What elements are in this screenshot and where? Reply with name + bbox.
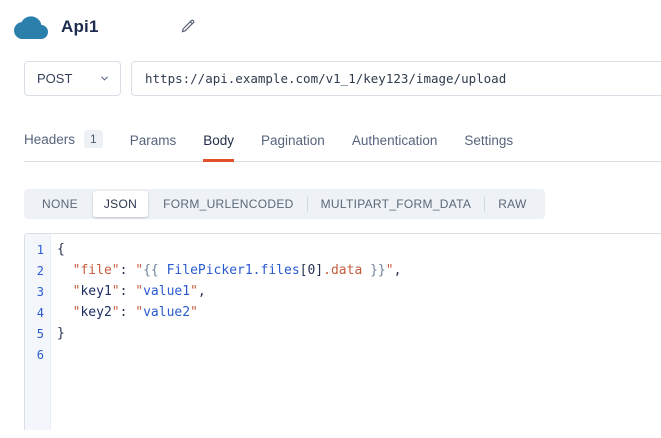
tab-label: Params	[130, 133, 177, 148]
url-input[interactable]	[131, 61, 661, 96]
tab-params[interactable]: Params	[130, 123, 177, 161]
body-mode-raw[interactable]: RAW	[485, 191, 539, 217]
code-token: :	[120, 284, 136, 299]
code-token: "	[386, 263, 394, 278]
code-token: {	[57, 242, 65, 257]
json-body-editor[interactable]: 1{2 "file": "{{ FilePicker1.files[0].dat…	[24, 233, 661, 430]
tab-label: Headers	[24, 132, 75, 147]
code-text: "file": "{{ FilePicker1.files[0].data }}…	[51, 263, 401, 278]
code-token: "	[190, 305, 198, 320]
code-token: .data	[323, 263, 362, 278]
code-token: "	[112, 305, 120, 320]
code-line: 3 "key1": "value1",	[25, 281, 661, 302]
code-token	[57, 284, 73, 299]
code-line: 6	[25, 344, 661, 365]
line-number: 4	[25, 306, 51, 320]
code-token: "file"	[73, 263, 120, 278]
tab-label: Pagination	[261, 133, 325, 148]
code-token: ,	[198, 284, 206, 299]
tab-label: Body	[203, 133, 234, 148]
line-number: 5	[25, 327, 51, 341]
code-token: FilePicker1.files	[167, 263, 300, 278]
request-row: POST	[24, 61, 661, 96]
body-mode-multipart-form-data[interactable]: MULTIPART_FORM_DATA	[308, 191, 485, 217]
body-mode-none[interactable]: NONE	[29, 191, 91, 217]
code-token: ,	[394, 263, 402, 278]
chevron-down-icon	[99, 73, 110, 84]
body-mode-form-urlencoded[interactable]: FORM_URLENCODED	[150, 191, 307, 217]
code-token	[362, 263, 370, 278]
header: Api1	[0, 0, 661, 44]
code-token	[57, 263, 73, 278]
code-token: "	[190, 284, 198, 299]
pencil-icon	[179, 18, 196, 35]
code-token	[159, 263, 167, 278]
code-line: 5}	[25, 323, 661, 344]
code-token: "	[135, 284, 143, 299]
tab-count-badge: 1	[84, 130, 103, 148]
code-token: }	[57, 326, 65, 341]
edit-title-button[interactable]	[177, 16, 198, 37]
cloud-icon	[14, 14, 48, 40]
line-number: 2	[25, 264, 51, 278]
line-number: 6	[25, 348, 51, 362]
code-token: }}	[370, 263, 386, 278]
code-text: {	[51, 242, 65, 257]
code-token: "	[135, 305, 143, 320]
method-select[interactable]: POST	[24, 61, 121, 96]
tab-pagination[interactable]: Pagination	[261, 123, 325, 161]
code-token: :	[120, 263, 136, 278]
line-number: 3	[25, 285, 51, 299]
body-mode-json[interactable]: JSON	[93, 191, 148, 217]
code-line: 1{	[25, 239, 661, 260]
tab-settings[interactable]: Settings	[464, 123, 513, 161]
code-token: {{	[143, 263, 159, 278]
tab-label: Settings	[464, 133, 513, 148]
code-text: "key2": "value2"	[51, 305, 198, 320]
code-token: "	[112, 284, 120, 299]
tab-label: Authentication	[352, 133, 438, 148]
line-number: 1	[25, 243, 51, 257]
code-lines: 1{2 "file": "{{ FilePicker1.files[0].dat…	[25, 234, 661, 365]
page-title: Api1	[61, 17, 99, 37]
code-token: [0]	[300, 263, 323, 278]
code-token: key2	[80, 305, 111, 320]
code-line: 2 "file": "{{ FilePicker1.files[0].data …	[25, 260, 661, 281]
method-value: POST	[37, 71, 72, 86]
code-line: 4 "key2": "value2"	[25, 302, 661, 323]
tab-authentication[interactable]: Authentication	[352, 123, 438, 161]
request-tabs: Headers 1 Params Body Pagination Authenticati…	[24, 120, 661, 162]
code-token	[57, 305, 73, 320]
code-text: "key1": "value1",	[51, 284, 206, 299]
code-token: value1	[143, 284, 190, 299]
code-token: value2	[143, 305, 190, 320]
body-type-segmented-control: NONEJSONFORM_URLENCODEDMULTIPART_FORM_DA…	[24, 189, 545, 219]
code-token: "	[135, 263, 143, 278]
code-text: }	[51, 326, 65, 341]
code-token: key1	[80, 284, 111, 299]
code-token: :	[120, 305, 136, 320]
tab-headers[interactable]: Headers 1	[24, 120, 103, 161]
tab-body[interactable]: Body	[203, 123, 234, 161]
